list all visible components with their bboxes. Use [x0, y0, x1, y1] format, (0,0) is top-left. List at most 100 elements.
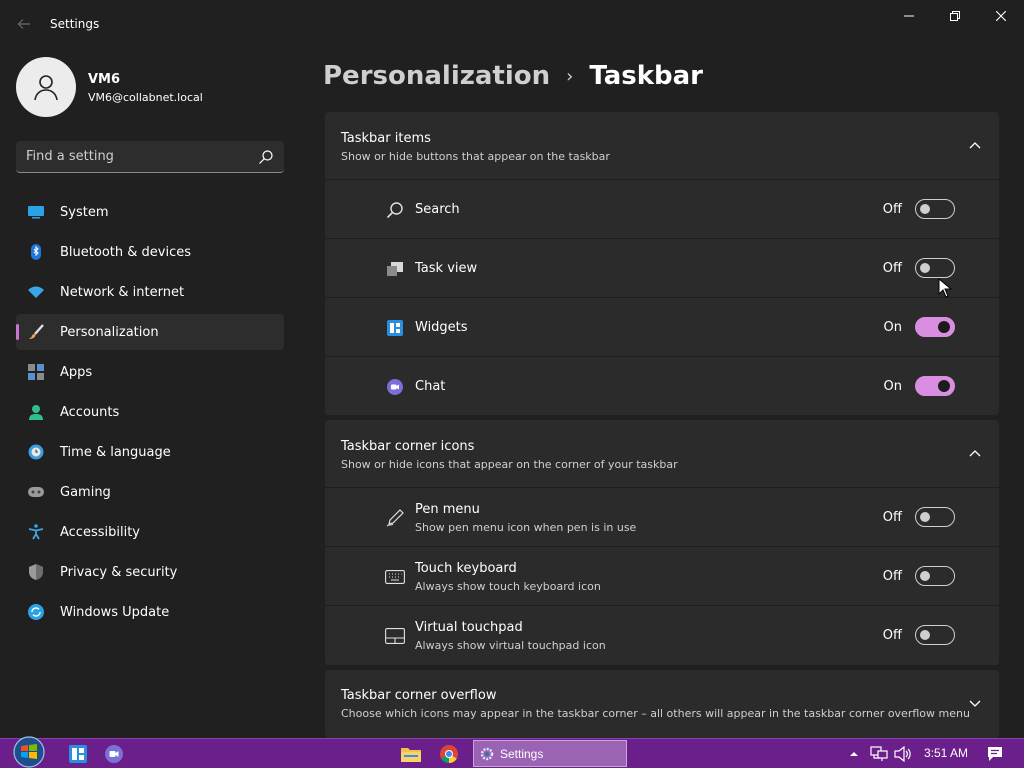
virtual-touchpad-toggle[interactable] — [915, 625, 955, 645]
setting-label: Search — [415, 202, 460, 217]
sidebar-item-system[interactable]: System — [16, 194, 284, 230]
touch-keyboard-toggle[interactable] — [915, 566, 955, 586]
start-button[interactable] — [10, 735, 48, 768]
notifications-button[interactable] — [984, 743, 1006, 765]
sidebar-item-network[interactable]: Network & internet — [16, 274, 284, 310]
chevron-up-icon — [850, 752, 858, 756]
sidebar-item-personalization[interactable]: Personalization — [16, 314, 284, 350]
setting-description: Show pen menu icon when pen is in use — [415, 521, 637, 534]
toggle-knob — [920, 630, 930, 640]
windows-orb-icon — [13, 736, 45, 768]
toggle-state-text: On — [883, 320, 902, 335]
sidebar-item-label: Time & language — [60, 444, 171, 460]
taskbar-items-header[interactable]: Taskbar items Show or hide buttons that … — [325, 112, 999, 180]
setting-label: Widgets — [415, 320, 468, 335]
setting-label: Chat — [415, 379, 446, 394]
pen-icon — [385, 508, 405, 528]
volume-tray-button[interactable] — [892, 743, 914, 765]
sidebar-item-label: Privacy & security — [60, 564, 178, 580]
sidebar-item-windows-update[interactable]: Windows Update — [16, 594, 284, 630]
sidebar-item-label: Accessibility — [60, 524, 140, 540]
toggle-knob — [920, 204, 930, 214]
toggle-state-text: Off — [882, 202, 902, 217]
search-box[interactable] — [16, 141, 284, 173]
setting-row-touch-keyboard: Touch keyboard Always show touch keyboar… — [325, 547, 999, 606]
close-button[interactable] — [978, 0, 1024, 32]
chevron-up-icon[interactable] — [967, 446, 983, 462]
minimize-button[interactable] — [886, 0, 932, 32]
sidebar-item-label: Accounts — [60, 404, 120, 420]
taskbar-file-explorer-button[interactable] — [400, 743, 422, 765]
setting-row-search: Search Off — [325, 180, 999, 239]
accounts-icon — [28, 404, 44, 420]
taskbar-widgets-button[interactable] — [67, 743, 89, 765]
gamepad-icon — [28, 484, 44, 500]
search-input[interactable] — [16, 141, 236, 171]
avatar[interactable] — [16, 57, 76, 117]
sidebar-item-time-language[interactable]: Time & language — [16, 434, 284, 470]
setting-row-task-view: Task view Off — [325, 239, 999, 298]
task-view-icon — [385, 259, 405, 279]
corner-overflow-section[interactable]: Taskbar corner overflow Choose which ico… — [325, 670, 999, 738]
section-subtitle: Show or hide buttons that appear on the … — [341, 150, 610, 163]
app-title: Settings — [50, 17, 100, 31]
setting-row-pen-menu: Pen menu Show pen menu icon when pen is … — [325, 488, 999, 547]
search-icon — [385, 200, 405, 220]
close-icon — [996, 11, 1006, 21]
page-title: Taskbar — [589, 61, 704, 91]
section-title: Taskbar corner icons — [341, 439, 475, 454]
system-icon — [28, 204, 44, 220]
setting-description: Always show touch keyboard icon — [415, 580, 601, 593]
chevron-down-icon[interactable] — [967, 695, 983, 711]
toggle-knob — [920, 263, 930, 273]
profile-email: VM6@collabnet.local — [88, 91, 203, 104]
user-icon — [34, 75, 58, 101]
sidebar-item-apps[interactable]: Apps — [16, 354, 284, 390]
setting-row-widgets: Widgets On — [325, 298, 999, 357]
section-title: Taskbar items — [341, 131, 431, 146]
chat-toggle[interactable] — [915, 376, 955, 396]
sidebar-item-bluetooth[interactable]: Bluetooth & devices — [16, 234, 284, 270]
setting-label: Task view — [415, 261, 478, 276]
setting-row-virtual-touchpad: Virtual touchpad Always show virtual tou… — [325, 606, 999, 665]
sidebar-item-label: Bluetooth & devices — [60, 244, 191, 260]
toggle-knob — [938, 321, 950, 333]
setting-label: Pen menu — [415, 502, 480, 517]
section-subtitle: Choose which icons may appear in the tas… — [341, 707, 970, 720]
mouse-cursor-icon — [938, 278, 952, 298]
show-hidden-icons-button[interactable] — [846, 743, 862, 765]
sidebar-item-gaming[interactable]: Gaming — [16, 474, 284, 510]
search-icon[interactable] — [258, 149, 274, 165]
clock-time[interactable]: 3:51 AM — [924, 746, 968, 760]
corner-icons-section: Taskbar corner icons Show or hide icons … — [325, 420, 999, 665]
toggle-state-text: Off — [882, 261, 902, 276]
touchpad-icon — [385, 626, 405, 646]
setting-label: Virtual touchpad — [415, 620, 523, 635]
sidebar-item-accessibility[interactable]: Accessibility — [16, 514, 284, 550]
network-tray-button[interactable] — [868, 743, 890, 765]
taskbar-chat-button[interactable] — [103, 743, 125, 765]
taskbar-items-section: Taskbar items Show or hide buttons that … — [325, 112, 999, 415]
sidebar-item-accounts[interactable]: Accounts — [16, 394, 284, 430]
back-button[interactable] — [12, 12, 36, 36]
search-toggle[interactable] — [915, 199, 955, 219]
sidebar-item-label: Windows Update — [60, 604, 170, 620]
taskbar-chrome-button[interactable] — [438, 743, 460, 765]
shield-icon — [28, 564, 44, 580]
wifi-icon — [28, 284, 44, 300]
section-subtitle: Show or hide icons that appear on the co… — [341, 458, 678, 471]
restore-button[interactable] — [932, 0, 978, 32]
toggle-knob — [920, 571, 930, 581]
speaker-icon — [894, 746, 911, 762]
sidebar-item-privacy-security[interactable]: Privacy & security — [16, 554, 284, 590]
profile-name: VM6 — [88, 72, 121, 87]
task-view-toggle[interactable] — [915, 258, 955, 278]
taskbar-settings-task[interactable]: Settings — [473, 740, 627, 767]
corner-icons-header[interactable]: Taskbar corner icons Show or hide icons … — [325, 420, 999, 488]
breadcrumb-parent[interactable]: Personalization — [323, 61, 550, 91]
toggle-state-text: On — [883, 379, 902, 394]
notification-icon — [988, 747, 1002, 761]
chevron-up-icon[interactable] — [967, 138, 983, 154]
pen-menu-toggle[interactable] — [915, 507, 955, 527]
widgets-toggle[interactable] — [915, 317, 955, 337]
